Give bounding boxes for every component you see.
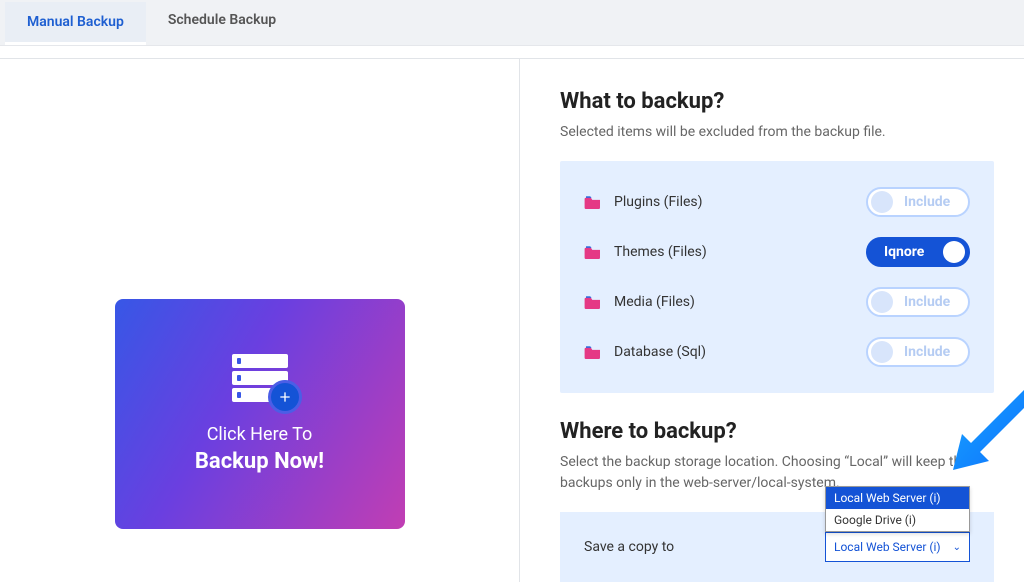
folder-icon xyxy=(584,295,602,309)
storage-select-wrap: Local Web Server (i) Google Drive (i) Lo… xyxy=(825,532,970,562)
storage-option-local[interactable]: Local Web Server (i) xyxy=(826,487,969,509)
toggle-media[interactable]: Include xyxy=(866,287,970,317)
backup-item-label: Plugins (Files) xyxy=(614,194,703,210)
what-title: What to backup? xyxy=(560,89,994,114)
backup-item-label: Themes (Files) xyxy=(614,244,707,260)
storage-option-gdrive[interactable]: Google Drive (i) xyxy=(826,509,969,531)
chevron-down-icon: ⌄ xyxy=(953,542,961,553)
backup-item-database: Database (Sql) Include xyxy=(584,327,970,377)
backup-item-label: Media (Files) xyxy=(614,294,695,310)
main-content: Click Here To Backup Now! What to backup… xyxy=(0,58,1024,582)
what-subtitle: Selected items will be excluded from the… xyxy=(560,122,994,143)
storage-dropdown: Local Web Server (i) Google Drive (i) xyxy=(825,486,970,532)
plus-icon xyxy=(268,380,302,414)
folder-icon xyxy=(584,195,602,209)
tab-manual-backup[interactable]: Manual Backup xyxy=(5,0,146,45)
right-column: What to backup? Selected items will be e… xyxy=(520,59,1024,582)
server-icon xyxy=(232,354,288,402)
backup-item-media: Media (Files) Include xyxy=(584,277,970,327)
tab-schedule-backup[interactable]: Schedule Backup xyxy=(146,0,298,45)
backup-item-themes: Themes (Files) Iqnore xyxy=(584,227,970,277)
storage-select-value: Local Web Server (i) xyxy=(834,540,941,554)
folder-icon xyxy=(584,245,602,259)
left-column: Click Here To Backup Now! xyxy=(0,59,520,582)
save-copy-label: Save a copy to xyxy=(584,539,674,555)
where-title: Where to backup? xyxy=(560,419,994,444)
backup-now-line2: Backup Now! xyxy=(195,449,324,474)
what-panel: Plugins (Files) Include Themes (Files) I… xyxy=(560,161,994,393)
toggle-database[interactable]: Include xyxy=(866,337,970,367)
folder-icon xyxy=(584,345,602,359)
backup-now-line1: Click Here To xyxy=(207,424,313,445)
storage-select[interactable]: Local Web Server (i) ⌄ xyxy=(825,532,970,562)
save-panel: Save a copy to Local Web Server (i) Goog… xyxy=(560,512,994,582)
tab-bar: Manual Backup Schedule Backup xyxy=(0,0,1024,46)
backup-item-label: Database (Sql) xyxy=(614,344,706,360)
toggle-plugins[interactable]: Include xyxy=(866,187,970,217)
toggle-themes[interactable]: Iqnore xyxy=(866,237,970,267)
backup-item-plugins: Plugins (Files) Include xyxy=(584,177,970,227)
backup-now-card[interactable]: Click Here To Backup Now! xyxy=(115,299,405,529)
